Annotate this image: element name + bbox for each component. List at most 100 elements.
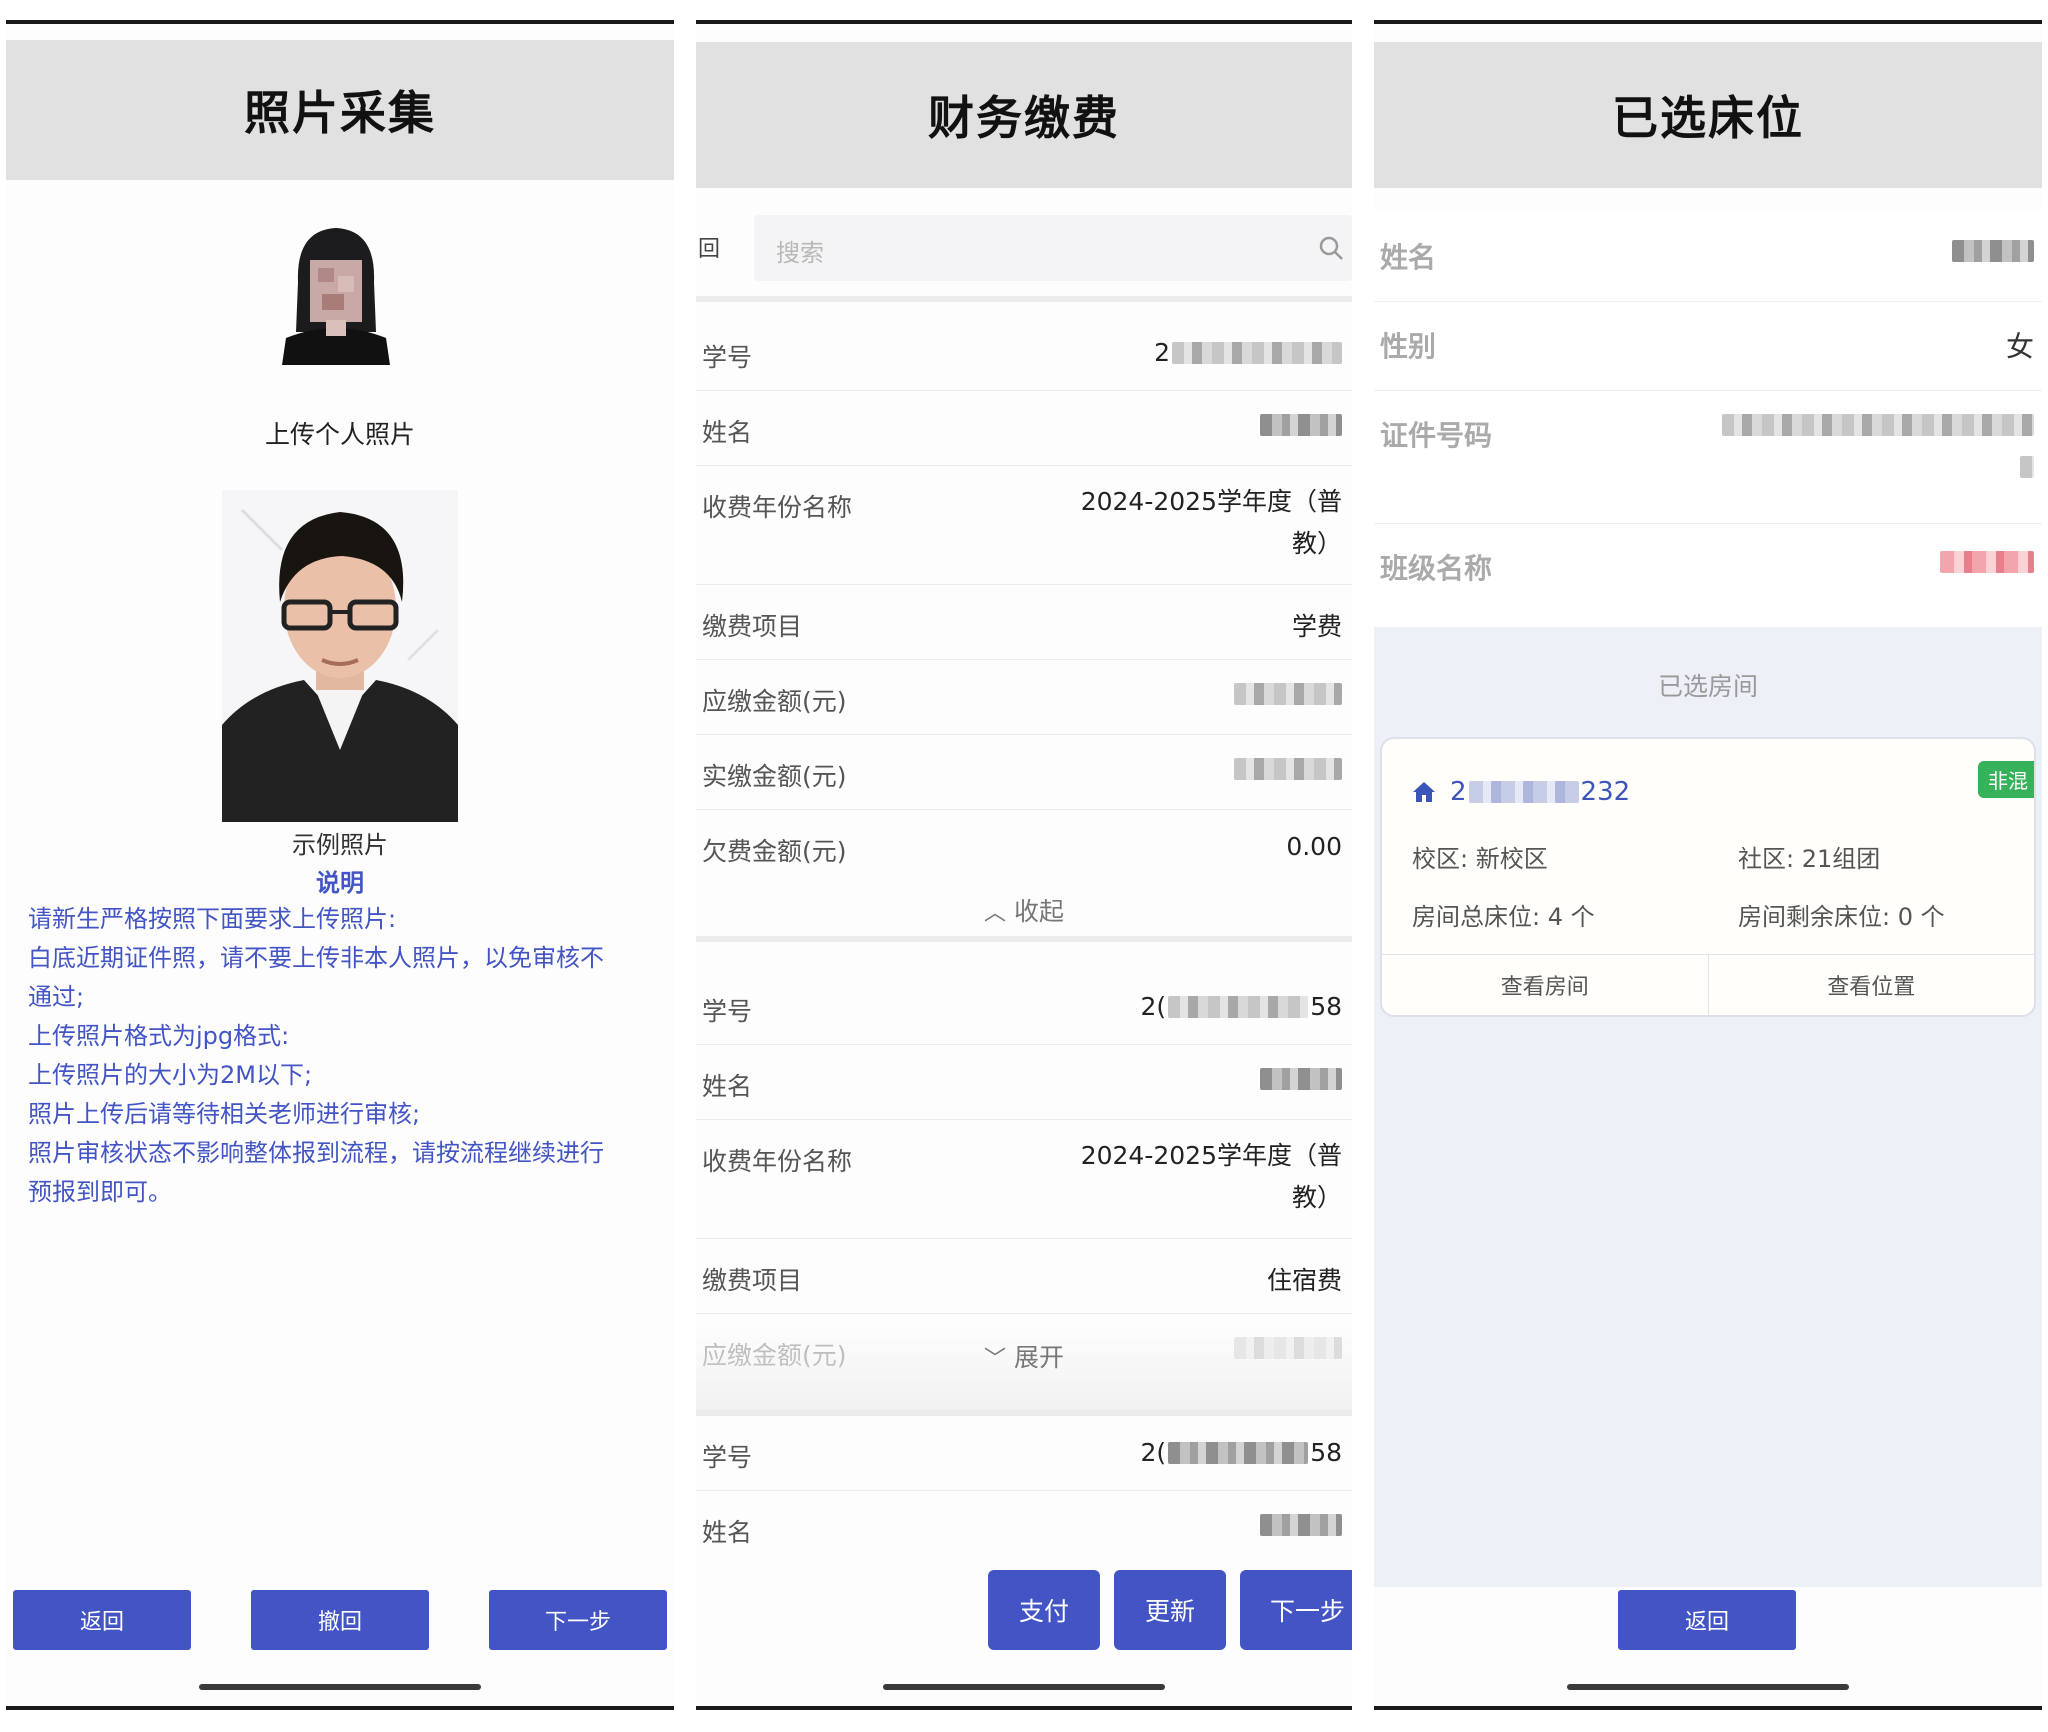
owed-amount-value: 0.00	[1286, 832, 1342, 861]
room-card-actions: 查看房间 查看位置	[1382, 954, 2034, 1015]
room-header: 2 232	[1412, 777, 1630, 807]
fee-item-value: 住宿费	[1266, 1266, 1342, 1295]
page-header: 财务缴费	[696, 42, 1352, 188]
home-indicator	[199, 1684, 481, 1690]
fee-year-value: 2024-2025学年度（普 教）	[1080, 487, 1342, 558]
page-title: 已选床位	[1612, 91, 1804, 145]
back-button[interactable]: 返回	[1618, 1590, 1796, 1650]
record-row-fee-year: 收费年份名称 2024-2025学年度（普 教）	[696, 1120, 1352, 1239]
redacted-value	[1722, 414, 2034, 436]
instructions-text: 请新生严格按照下面要求上传照片: 白底近期证件照，请不要上传非本人照片，以免审核…	[28, 900, 656, 1212]
next-step-button[interactable]: 下一步	[489, 1590, 667, 1650]
selected-room-section: 已选房间 非混 2 232 校区: 新校区 社区: 21组团 房间总床位: 4 …	[1374, 627, 2042, 1587]
info-row-class-name: 班级名称	[1374, 523, 2042, 613]
due-amount-value	[1234, 682, 1342, 711]
room-card[interactable]: 非混 2 232 校区: 新校区 社区: 21组团 房间总床位: 4 个 房间剩…	[1380, 737, 2036, 1017]
redacted-value	[2020, 456, 2034, 478]
name-value	[1260, 1067, 1342, 1096]
redacted-value	[1260, 414, 1342, 436]
label: 姓名	[702, 418, 753, 447]
record-row-name: 姓名	[696, 1491, 1352, 1565]
collapse-label: 收起	[1013, 897, 1064, 926]
name-value	[1952, 236, 2034, 269]
redacted-value	[1468, 781, 1579, 803]
uploaded-photo-thumbnail[interactable]	[276, 220, 396, 365]
label: 性别	[1380, 330, 1437, 363]
student-id-value: 2(58	[1140, 992, 1342, 1021]
redacted-value	[1172, 341, 1342, 364]
search-icon[interactable]	[1318, 235, 1344, 261]
room-code: 2 232	[1450, 777, 1631, 807]
label: 班级名称	[1380, 552, 1493, 585]
next-step-button[interactable]: 下一步	[1240, 1570, 1352, 1650]
instruction-line: 请新生严格按照下面要求上传照片:	[28, 905, 397, 933]
student-id-value: 2	[1154, 338, 1342, 367]
instructions-title: 说明	[316, 869, 364, 897]
example-photo-label: 示例照片	[292, 831, 388, 859]
home-icon	[1413, 782, 1435, 802]
record-row-fee-item: 缴费项目 住宿费	[696, 1239, 1352, 1314]
id-number-value	[1722, 414, 2034, 485]
label: 缴费项目	[702, 1266, 803, 1295]
record-row-paid: 实缴金额(元)	[696, 735, 1352, 810]
remaining-beds-info: 房间剩余床位: 0 个	[1738, 903, 1945, 931]
label: 实缴金额(元)	[702, 762, 847, 791]
label: 姓名	[702, 1518, 753, 1547]
redacted-value	[1168, 1441, 1309, 1464]
bottom-border	[6, 1706, 674, 1710]
pay-button[interactable]: 支付	[988, 1570, 1100, 1650]
label: 学号	[702, 343, 753, 372]
instruction-line: 白底近期证件照，请不要上传非本人照片，以免审核不	[28, 944, 604, 972]
bottom-border	[1374, 1706, 2042, 1710]
instruction-line: 上传照片的大小为2M以下;	[28, 1061, 313, 1089]
view-location-button[interactable]: 查看位置	[1707, 955, 2035, 1015]
record-row-due: 应缴金额(元)	[696, 660, 1352, 735]
info-row-name: 姓名	[1374, 212, 2042, 302]
student-id-value: 2(58	[1140, 1438, 1342, 1467]
search-bar: 回 搜索	[696, 215, 1352, 281]
search-placeholder: 搜索	[776, 239, 824, 267]
fee-year-value: 2024-2025学年度（普 教）	[1080, 1141, 1342, 1212]
back-button[interactable]: 返回	[13, 1590, 191, 1650]
page-title: 财务缴费	[928, 91, 1120, 145]
gender-value: 女	[2005, 330, 2034, 363]
label: 学号	[702, 1443, 753, 1472]
fee-item-value: 学费	[1291, 612, 1342, 641]
label: 欠费金额(元)	[702, 837, 847, 866]
expand-toggle[interactable]: ﹀ 展开	[696, 1338, 1352, 1374]
top-border	[1374, 20, 2042, 24]
redacted-value	[1168, 995, 1309, 1018]
student-info-section: 姓名 性别 女 证件号码 班级名称	[1374, 212, 2042, 627]
expand-label: 展开	[1013, 1343, 1064, 1372]
label: 姓名	[702, 1072, 753, 1101]
update-button[interactable]: 更新	[1114, 1570, 1226, 1650]
label: 姓名	[1380, 241, 1437, 274]
redacted-value	[1260, 1068, 1342, 1090]
redacted-value	[1260, 1514, 1342, 1536]
search-input[interactable]: 搜索	[754, 215, 1352, 281]
photo-collection-screen: 照片采集 上传个人照片 示例照片 说明 请新生严格按照下面要求上传照片: 白底近…	[6, 20, 674, 1710]
info-row-id-number: 证件号码	[1374, 390, 2042, 524]
record-row-fee-item: 缴费项目 学费	[696, 585, 1352, 660]
record-row-student-id: 学号 2(58	[696, 970, 1352, 1045]
page-header: 照片采集	[6, 40, 674, 180]
room-type-badge: 非混	[1978, 761, 2034, 798]
home-indicator	[883, 1684, 1165, 1690]
redacted-value	[1234, 683, 1342, 705]
instruction-line: 预报到即可。	[28, 1178, 172, 1206]
chevron-down-icon: ﹀	[984, 1347, 1007, 1372]
selected-bed-screen: 已选床位 姓名 性别 女 证件号码 班级名称 已选房间 非混 2 232 校区:…	[1374, 20, 2042, 1710]
view-room-button[interactable]: 查看房间	[1382, 955, 1708, 1015]
top-border	[6, 20, 674, 24]
example-photo	[222, 490, 458, 822]
withdraw-button[interactable]: 撤回	[251, 1590, 429, 1650]
label: 缴费项目	[702, 612, 803, 641]
back-link[interactable]: 回	[698, 231, 720, 263]
section-divider	[696, 296, 1352, 302]
name-value	[1260, 1513, 1342, 1542]
total-beds-info: 房间总床位: 4 个	[1412, 903, 1595, 931]
top-border	[696, 20, 1352, 24]
record-row-student-id: 学号 2	[696, 316, 1352, 391]
upload-photo-label[interactable]: 上传个人照片	[6, 415, 674, 451]
collapse-toggle[interactable]: ︿ 收起	[696, 892, 1352, 928]
